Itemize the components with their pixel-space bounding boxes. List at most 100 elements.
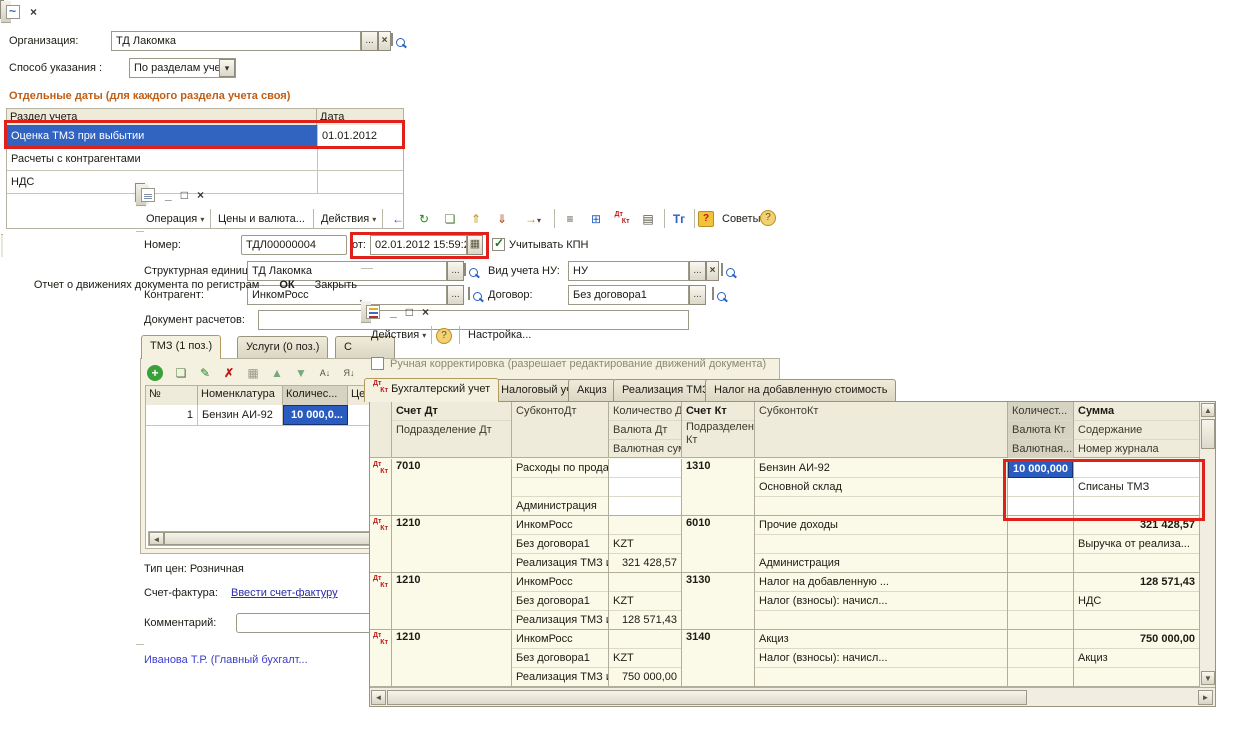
post-document-icon[interactable]: ⇑ <box>466 209 486 229</box>
unpost-document-icon[interactable]: ⇓ <box>492 209 512 229</box>
move-up-icon[interactable]: ▲ <box>267 363 287 383</box>
add-row-icon[interactable]: + <box>147 365 163 381</box>
org-clear-button[interactable] <box>378 31 391 51</box>
dt-subconto2[interactable]: Без договора1 <box>512 535 608 554</box>
dt-qty-cell[interactable] <box>609 459 681 478</box>
content-cell[interactable]: Списаны ТМЗ <box>1074 478 1199 497</box>
dt-subconto1[interactable]: Расходы по продажа... <box>512 459 608 478</box>
kt-subconto3[interactable]: Администрация <box>755 554 1007 572</box>
movements-vscrollbar[interactable]: ▲ ▼ <box>1199 402 1215 687</box>
content-cell[interactable]: Акциз <box>1074 649 1199 668</box>
hdr-dt-currency-amount[interactable]: Валютная сумм... <box>609 440 681 458</box>
hdr-dt-account[interactable]: Счет Дт <box>392 402 511 421</box>
menu-operation[interactable]: Операция ▾ <box>142 209 208 229</box>
structure-icon[interactable]: ≡ <box>560 209 580 229</box>
hdr-journal[interactable]: Номер журнала <box>1074 440 1199 458</box>
ok-button[interactable]: ОК <box>269 274 304 296</box>
contract-field[interactable]: Без договора1 <box>568 285 689 305</box>
kt-subconto2[interactable] <box>755 535 1007 554</box>
dt-subconto3[interactable]: Реализация ТМЗ и у... <box>512 554 608 572</box>
help-icon[interactable]: ? <box>760 210 776 226</box>
contract-search-icon[interactable] <box>712 287 714 300</box>
list-settings-icon[interactable]: ⊞ <box>586 209 606 229</box>
date-cell[interactable] <box>317 171 403 193</box>
section-cell[interactable]: Расчеты с контрагентами <box>7 148 317 170</box>
menu-actions[interactable]: Действия ▾ <box>317 209 380 229</box>
scroll-left-icon[interactable]: ◄ <box>149 532 164 545</box>
dt-curamount-cell[interactable]: 321 428,57 <box>609 554 681 572</box>
quantity-cell[interactable] <box>1008 630 1073 649</box>
contractor-choose-button[interactable] <box>447 285 464 305</box>
unit-choose-button[interactable] <box>447 261 464 281</box>
contract-choose-button[interactable] <box>689 285 706 305</box>
tab-tmz-sales[interactable]: Реализация ТМЗ <box>613 379 718 401</box>
dt-currency-cell[interactable] <box>609 478 681 497</box>
kt-subconto2[interactable]: Основной склад <box>755 478 1007 497</box>
dt-qty-cell[interactable] <box>609 630 681 649</box>
sum-cell[interactable] <box>1074 459 1199 478</box>
nomenclature-cell[interactable]: Бензин АИ-92 <box>198 405 283 425</box>
manual-correction-checkbox[interactable] <box>371 357 384 370</box>
dt-account-cell[interactable]: 1210 <box>392 573 512 629</box>
template-icon[interactable]: Тг <box>669 209 689 229</box>
unit-search-icon[interactable] <box>464 263 466 276</box>
menu-actions[interactable]: Действия ▾ <box>367 325 430 345</box>
hdr-kt-department[interactable]: Подразделение Кт <box>682 421 754 447</box>
kt-curamount-cell[interactable] <box>1008 668 1073 686</box>
minimize-icon[interactable]: _ <box>165 188 172 202</box>
advice-label[interactable]: Советы <box>718 209 764 229</box>
movements-hscrollbar[interactable]: ◄ ► <box>370 687 1215 706</box>
movement-row[interactable]: ДтКт 1210 ИнкомРоссБез договора1Реализац… <box>370 573 1199 630</box>
date-cell[interactable] <box>317 148 403 170</box>
section-cell[interactable]: НДС <box>7 171 317 193</box>
close-icon[interactable]: × <box>422 305 429 319</box>
quantity-cell[interactable] <box>1008 573 1073 592</box>
kt-currency-cell[interactable] <box>1008 535 1073 554</box>
org-choose-button[interactable] <box>361 31 378 51</box>
date-cell[interactable]: 01.01.2012 <box>317 125 403 147</box>
tab-accounting[interactable]: ДтКт Бухгалтерский учет <box>364 378 499 402</box>
col-header-section[interactable]: Раздел учета <box>7 109 317 125</box>
edit-row-icon[interactable]: ✎ <box>195 363 215 383</box>
quantity-cell[interactable] <box>1008 516 1073 535</box>
copy-add-icon[interactable]: ❏ <box>440 209 460 229</box>
hdr-dt-currency[interactable]: Валюта Дт <box>609 421 681 440</box>
dt-subconto2[interactable]: Без договора1 <box>512 592 608 611</box>
kt-currency-cell[interactable] <box>1008 478 1073 497</box>
sum-cell[interactable]: 750 000,00 <box>1074 630 1199 649</box>
kt-curamount-cell[interactable] <box>1008 554 1073 572</box>
hdr-dt-subconto[interactable]: СубконтоДт <box>512 402 608 421</box>
dt-currency-cell[interactable]: KZT <box>609 592 681 611</box>
sort-asc-icon[interactable]: А↓ <box>315 363 335 383</box>
kt-currency-cell[interactable] <box>1008 649 1073 668</box>
kt-curamount-cell[interactable] <box>1008 611 1073 629</box>
kt-subconto1[interactable]: Налог на добавленную ... <box>755 573 1007 592</box>
kt-subconto1[interactable]: Акциз <box>755 630 1007 649</box>
col-header-num[interactable]: № <box>146 386 198 405</box>
scroll-up-icon[interactable]: ▲ <box>1201 403 1215 417</box>
table-row[interactable]: Расчеты с контрагентами <box>7 148 403 171</box>
kt-subconto1[interactable]: Бензин АИ-92 <box>755 459 1007 478</box>
movement-row[interactable]: ДтКт 7010 Расходы по продажа...Администр… <box>370 459 1199 516</box>
kt-subconto2[interactable]: Налог (взносы): начисл... <box>755 649 1007 668</box>
hdr-quantity[interactable]: Количест... <box>1008 402 1073 421</box>
kt-subconto3[interactable] <box>755 497 1007 515</box>
menu-prices-currency[interactable]: Цены и валюта... <box>214 209 309 229</box>
hdr-kt-currency[interactable]: Валюта Кт <box>1008 421 1073 440</box>
movement-row[interactable]: ДтКт 1210 ИнкомРоссБез договора1Реализац… <box>370 516 1199 573</box>
dt-subconto1[interactable]: ИнкомРосс <box>512 573 608 592</box>
dt-qty-cell[interactable] <box>609 516 681 535</box>
org-field[interactable]: ТД Лакомка <box>111 31 361 51</box>
move-down-icon[interactable]: ▼ <box>291 363 311 383</box>
section-cell[interactable]: Оценка ТМЗ при выбытии <box>7 125 317 147</box>
report-icon[interactable]: ▤ <box>638 209 658 229</box>
window-sales-titlebar[interactable]: Реализация ТМЗ и услуг: Реализация. Пров… <box>136 184 146 206</box>
tab-vat[interactable]: Налог на добавленную стоимость <box>705 379 896 401</box>
content-cell[interactable]: НДС <box>1074 592 1199 611</box>
quantity-cell[interactable]: 10 000,000 <box>1008 459 1073 478</box>
output-icon[interactable]: →▾ <box>518 209 548 229</box>
kt-account-cell[interactable]: 1310 <box>682 459 755 515</box>
close-icon[interactable]: × <box>30 5 37 19</box>
sort-desc-icon[interactable]: Я↓ <box>339 363 359 383</box>
table-row[interactable]: Оценка ТМЗ при выбытии 01.01.2012 <box>7 125 403 148</box>
